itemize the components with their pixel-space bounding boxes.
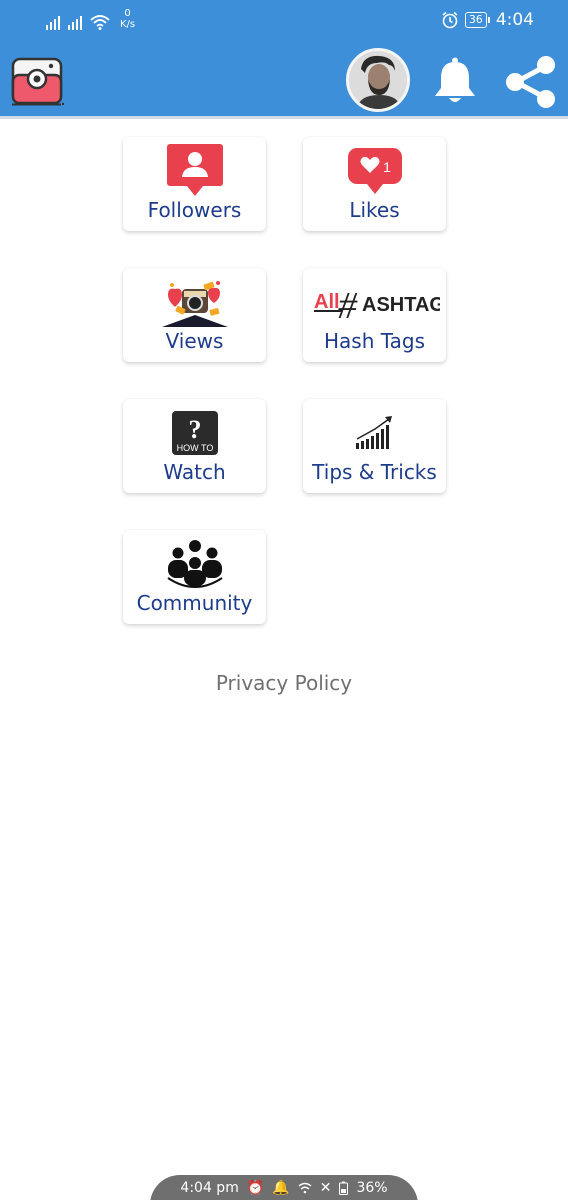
alarm-icon: ⏰ — [246, 1180, 265, 1196]
bottom-battery: 36% — [356, 1180, 388, 1196]
bell-icon: 🔔 — [272, 1180, 290, 1196]
tile-followers[interactable]: Followers — [123, 137, 266, 231]
tile-label: Community — [136, 591, 253, 615]
signal-icon — [46, 12, 60, 30]
app-bar — [0, 43, 568, 119]
signal-icon — [68, 12, 82, 30]
battery-level: 36 — [464, 12, 487, 28]
speed-value: 0 — [124, 8, 131, 19]
wifi-icon — [298, 1182, 312, 1194]
growth-chart-icon — [303, 407, 446, 459]
avatar[interactable] — [346, 48, 410, 112]
alarm-icon — [442, 11, 458, 29]
tile-label: Watch — [163, 460, 226, 484]
likes-icon: 1 — [303, 145, 446, 197]
hashtag-rest-text: ASHTAG — [362, 294, 440, 316]
bell-icon[interactable] — [432, 56, 478, 106]
share-icon[interactable] — [502, 54, 558, 110]
likes-badge: 1 — [383, 159, 391, 175]
network-speed: 0 K/s — [120, 8, 135, 30]
status-left: 0 K/s — [46, 8, 135, 30]
app-logo-icon[interactable] — [11, 57, 65, 107]
bottom-status-pill: 4:04 pm ⏰ 🔔 ✕ 36% — [150, 1175, 418, 1200]
battery-icon — [339, 1181, 349, 1195]
tile-views[interactable]: Views — [123, 268, 266, 362]
tile-label: Likes — [349, 198, 400, 222]
hashtag-icon: All # ASHTAG — [303, 276, 446, 328]
no-data-icon: ✕ — [319, 1180, 332, 1196]
followers-icon — [123, 144, 266, 197]
tile-label: Hash Tags — [323, 329, 426, 353]
tile-label: Tips & Tricks — [312, 460, 437, 484]
community-icon — [123, 538, 266, 590]
bottom-time: 4:04 pm — [180, 1180, 239, 1196]
privacy-policy-link[interactable]: Privacy Policy — [0, 671, 568, 695]
howto-text: HOW TO — [176, 443, 213, 453]
tile-watch[interactable]: ? HOW TO Watch — [123, 399, 266, 493]
battery-icon: 36 — [464, 12, 490, 28]
tile-likes[interactable]: 1 Likes — [303, 137, 446, 231]
tile-hash-tags[interactable]: All # ASHTAG Hash Tags — [303, 268, 446, 362]
status-bar: 0 K/s 36 4:04 — [0, 0, 568, 43]
views-icon — [123, 276, 266, 328]
howto-icon: ? HOW TO — [123, 407, 266, 459]
tile-label: Followers — [147, 198, 242, 222]
tile-tips-tricks[interactable]: Tips & Tricks — [303, 399, 446, 493]
wifi-icon — [90, 15, 110, 30]
tile-community[interactable]: Community — [123, 530, 266, 624]
hashtag-symbol-text: # — [338, 285, 358, 322]
status-time: 4:04 — [495, 10, 534, 30]
tile-label: Views — [165, 329, 224, 353]
howto-question-text: ? — [188, 415, 201, 444]
speed-unit: K/s — [120, 19, 136, 30]
status-right: 36 4:04 — [441, 10, 534, 30]
avatar-image — [349, 51, 407, 109]
hashtag-all-text: All — [314, 291, 340, 313]
